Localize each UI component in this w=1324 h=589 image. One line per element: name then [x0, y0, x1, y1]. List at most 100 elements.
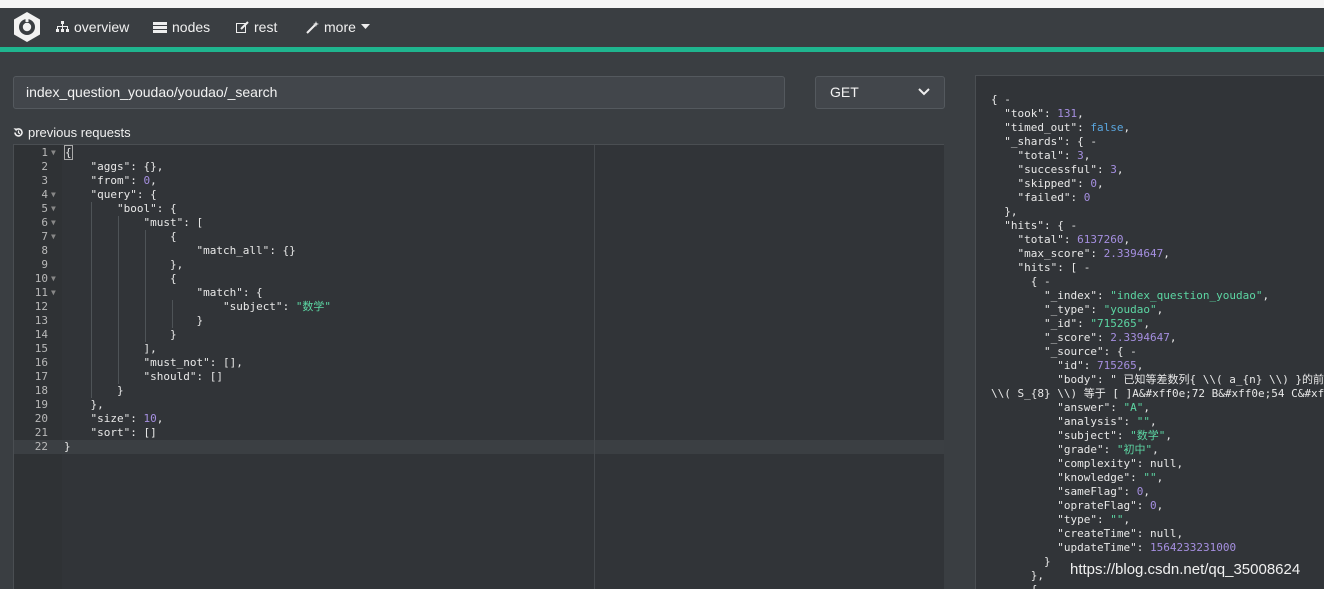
editor-line-text: { [64, 272, 177, 285]
editor-line: 13 } [14, 314, 944, 328]
editor-line: 5 ▼ "bool": { [14, 202, 944, 216]
response-line: "took": 131, [1004, 107, 1084, 120]
magic-wand-icon [306, 20, 319, 34]
editor-line-text: } [64, 384, 124, 397]
response-line: "_score": 2.3394647, [1043, 331, 1177, 344]
response-line: { - [991, 93, 1011, 106]
editor-line-text: }, [64, 258, 184, 271]
fold-arrow-icon[interactable]: ▼ [51, 286, 56, 300]
editor-line: 10 ▼ { [14, 272, 944, 286]
response-line: "analysis": "", [1057, 415, 1157, 428]
editor-line: 11 ▼ "match": { [14, 286, 944, 300]
editor-line: 9 }, [14, 258, 944, 272]
editor-line: 6 ▼ "must": [ [14, 216, 944, 230]
response-panel[interactable]: { - "took": 131, "timed_out": false, "_s… [975, 75, 1324, 589]
previous-requests-toggle[interactable]: previous requests [13, 125, 131, 140]
response-line: "body": " 已知等差数列{ \\( a_{n} \\) }的前 [1057, 373, 1324, 386]
line-number: 12 [34, 300, 48, 313]
line-number: 9 [41, 258, 48, 271]
request-body-editor[interactable]: 1 ▼{2 "aggs": {}, 3 "from": 0, 4 ▼ "query": … [13, 144, 944, 589]
fold-arrow-icon[interactable]: ▼ [51, 188, 56, 202]
editor-line-text: "bool": { [116, 202, 177, 215]
editor-line-text: { [64, 230, 177, 243]
fold-arrow-icon[interactable]: ▼ [51, 272, 56, 286]
editor-line: 18 } [14, 384, 944, 398]
response-line: "skipped": 0, [1017, 177, 1104, 190]
line-number: 22 [34, 440, 48, 453]
response-line: "_shards": { - [1004, 135, 1097, 148]
editor-line: 8 "match_all": {} [14, 244, 944, 258]
nav-more-label: more [324, 19, 356, 35]
nav-more[interactable]: more [306, 18, 370, 36]
editor-line-text: } [64, 314, 204, 327]
line-number: 13 [34, 314, 48, 327]
line-number: 3 [41, 174, 48, 187]
editor-line-text: "should": [] [143, 370, 223, 383]
editor-line: 16 "must_not": [], [14, 356, 944, 370]
response-line: "type": "", [1057, 513, 1131, 526]
editor-line: 2 "aggs": {}, [14, 160, 944, 174]
editor-line-text: "match": { [196, 286, 263, 299]
line-number: 20 [34, 412, 48, 425]
editor-line: 7 ▼ { [14, 230, 944, 244]
response-line: "sameFlag": 0, [1057, 485, 1150, 498]
editor-line: 3 "from": 0, [14, 174, 944, 188]
response-line: "updateTime": 1564233231000 [1057, 541, 1237, 554]
line-number: 10 [34, 272, 48, 285]
line-number: 16 [34, 356, 48, 369]
response-line: "successful": 3, [1017, 163, 1124, 176]
response-line: "oprateFlag": 0, [1057, 499, 1164, 512]
editor-line-text: "sort": [] [90, 426, 157, 439]
line-number: 19 [34, 398, 48, 411]
editor-line: 19 }, [14, 398, 944, 412]
line-number: 15 [34, 342, 48, 355]
response-line: { [991, 583, 1038, 589]
fold-arrow-icon[interactable]: ▼ [51, 216, 56, 230]
response-line: "total": 3, [1017, 149, 1091, 162]
line-number: 5 [41, 202, 48, 215]
response-line: "hits": { - [1004, 219, 1078, 232]
nav-nodes-label: nodes [172, 19, 211, 35]
editor-line-text: "must": [ [143, 216, 204, 229]
nav-overview-label: overview [74, 19, 130, 35]
response-line: "_source": { - [1043, 345, 1137, 358]
chevron-down-icon [918, 88, 930, 96]
fold-arrow-icon[interactable]: ▼ [51, 146, 56, 160]
editor-line-text: "size": 10, [90, 412, 164, 425]
editor-line: 4 ▼ "query": { [14, 188, 944, 202]
response-line: "hits": [ - [1017, 261, 1091, 274]
nav-rest[interactable]: rest [236, 18, 277, 36]
app-logo-icon[interactable] [12, 11, 42, 43]
line-number: 2 [41, 160, 48, 173]
editor-line: 1 ▼ { [14, 145, 944, 160]
editor-line: 21 "sort": [] [14, 426, 944, 440]
line-number: 21 [34, 426, 48, 439]
http-method-select[interactable]: GET [815, 76, 945, 109]
line-number: 1 [41, 146, 48, 159]
history-icon [13, 128, 23, 137]
nav-nodes[interactable]: nodes [153, 18, 210, 36]
editor-line-text: } [64, 440, 71, 453]
editor-line-text: "must_not": [], [143, 356, 243, 369]
nav-overview[interactable]: overview [56, 18, 129, 36]
editor-line-text: }, [64, 398, 104, 411]
line-number: 6 [41, 216, 48, 229]
editor-line: 15 ], [14, 342, 944, 356]
line-number: 8 [41, 244, 48, 257]
previous-requests-label: previous requests [28, 125, 131, 140]
editor-line: 14 } [14, 328, 944, 342]
response-line: "timed_out": false, [1004, 121, 1131, 134]
sitemap-icon [56, 21, 69, 32]
fold-arrow-icon[interactable]: ▼ [51, 230, 56, 244]
request-url-input[interactable]: index_question_youdao/youdao/_search [13, 76, 785, 109]
line-number: 14 [34, 328, 48, 341]
fold-arrow-icon[interactable]: ▼ [51, 202, 56, 216]
http-method-value: GET [830, 84, 859, 100]
response-line: "total": 6137260, [1017, 233, 1131, 246]
response-line: "_type": "youdao", [1043, 303, 1164, 316]
nav-rest-label: rest [254, 19, 278, 35]
response-line: "_index": "index_question_youdao", [1043, 289, 1270, 302]
line-number: 17 [34, 370, 48, 383]
caret-down-icon [360, 24, 370, 29]
editor-line: 20 "size": 10, [14, 412, 944, 426]
